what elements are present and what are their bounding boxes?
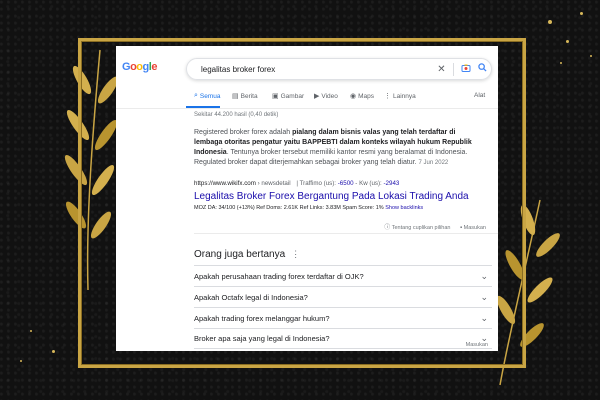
show-backlinks-link[interactable]: Show backlinks xyxy=(385,205,423,211)
clear-icon[interactable]: ✕ xyxy=(435,63,448,76)
snippet-feedback-row: ⓘ Tentang cuplikan pilihan ▪ Masukan xyxy=(384,222,486,231)
moz-metrics: MOZ DA: 34/100 (+13%) Ref Doms: 2.61K Re… xyxy=(194,205,424,211)
search-box: ✕ xyxy=(186,58,492,80)
gold-sparkle xyxy=(580,12,583,15)
chevron-down-icon: ⌄ xyxy=(480,291,488,302)
tab-all[interactable]: ⌕ Semua xyxy=(194,92,221,100)
image-icon: ▣ xyxy=(272,93,279,100)
gold-sparkle xyxy=(560,62,562,64)
paa-question[interactable]: Apakah trading forex melanggar hukum? ⌄ xyxy=(194,307,492,328)
feedback-icon: ▪ xyxy=(460,225,463,231)
search-header: Google ✕ xyxy=(116,46,498,86)
cite-url[interactable]: https://www.wikifx.com xyxy=(194,180,256,187)
map-pin-icon: ◉ xyxy=(350,93,357,100)
result-stats: Sekitar 44.200 hasil (0,40 detik) xyxy=(194,112,279,118)
gold-sparkle xyxy=(30,330,32,332)
tab-images[interactable]: ▣ Gambar xyxy=(272,92,304,101)
gold-sparkle xyxy=(566,40,569,43)
result-title-link[interactable]: Legalitas Broker Forex Bergantung Pada L… xyxy=(194,191,469,202)
tab-tools[interactable]: Alat xyxy=(474,92,485,99)
question-icon: ⓘ xyxy=(384,225,391,231)
featured-snippet: Registered broker forex adalah pialang d… xyxy=(194,129,472,166)
google-doodle-logo[interactable]: Google xyxy=(122,61,157,73)
camera-icon[interactable] xyxy=(459,63,472,76)
tab-maps[interactable]: ◉ Maps xyxy=(350,92,374,101)
section-divider xyxy=(194,233,498,234)
paa-question[interactable]: Apakah Octafx legal di Indonesia? ⌄ xyxy=(194,286,492,307)
gold-sparkle xyxy=(590,55,592,57)
paa-question[interactable]: Apakah perusahaan trading forex terdafta… xyxy=(194,265,492,286)
gold-sparkle xyxy=(52,350,55,353)
tab-more[interactable]: ⋮ Lainnya xyxy=(384,92,416,101)
result-cite: https://www.wikifx.com › newsdetail | Tr… xyxy=(194,180,400,187)
paa-question[interactable]: Broker apa saja yang legal di Indonesia?… xyxy=(194,328,492,349)
gold-sparkle xyxy=(548,20,552,24)
chevron-down-icon: ⌄ xyxy=(480,312,488,323)
more-icon: ⋮ xyxy=(384,93,391,100)
people-also-ask-title: Orang juga bertanya ⋮ xyxy=(194,249,301,260)
header-divider xyxy=(116,108,498,109)
feedback-link[interactable]: Masukan xyxy=(464,225,486,231)
search-icon[interactable] xyxy=(476,63,489,76)
gold-sparkle xyxy=(20,360,22,362)
paa-feedback-link[interactable]: Masukan xyxy=(466,342,488,348)
chevron-down-icon: ⌄ xyxy=(480,270,488,281)
people-also-ask-list: Apakah perusahaan trading forex terdafta… xyxy=(194,265,492,349)
search-divider xyxy=(453,63,454,76)
video-icon: ▶ xyxy=(314,93,320,100)
search-tabs: ⌕ Semua ▤ Berita ▣ Gambar ▶ Video ◉ Maps ⋮ Lai… xyxy=(186,92,498,106)
news-icon: ▤ xyxy=(232,93,239,100)
search-icon: ⌕ xyxy=(194,92,198,99)
tab-video[interactable]: ▶ Video xyxy=(314,92,338,101)
more-options-icon[interactable]: ⋮ xyxy=(291,249,300,259)
search-results-screenshot: Google ✕ ⌕Semua ▤Berita ▣Gambar ▶Video ◉… xyxy=(116,46,498,351)
tab-news[interactable]: ▤ Berita xyxy=(232,92,258,101)
snippet-date: 7 Jun 2022 xyxy=(418,160,449,166)
search-input[interactable] xyxy=(201,63,421,76)
about-snippet-link[interactable]: Tentang cuplikan pilihan xyxy=(392,225,451,231)
